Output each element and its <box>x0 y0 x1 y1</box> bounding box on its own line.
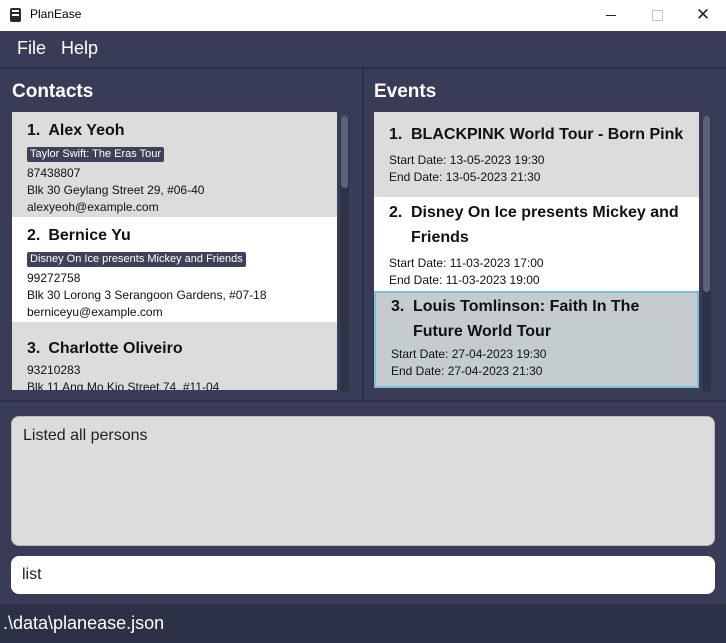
event-dates: Start Date: 27-04-2023 19:30 End Date: 2… <box>391 346 697 380</box>
event-name-row: 2. Disney On Ice presents Mickey and Frie… <box>389 200 699 250</box>
person-phone: 99272758 <box>27 271 81 285</box>
person-email: berniceyu@example.com <box>27 305 163 319</box>
contacts-scrollbar[interactable] <box>340 116 349 392</box>
maximize-button[interactable] <box>634 0 680 31</box>
person-address: Blk 30 Lorong 3 Serangoon Gardens, #07-1… <box>27 288 267 302</box>
menu-bar: File Help <box>0 31 726 67</box>
close-icon: ✕ <box>695 5 711 25</box>
event-start-date: Start Date: 13-05-2023 19:30 <box>389 153 545 167</box>
person-name-row: 3. Charlotte Oliveiro <box>27 340 337 358</box>
scrollbar-thumb[interactable] <box>703 116 710 292</box>
event-start-date: Start Date: 11-03-2023 17:00 <box>389 256 544 270</box>
event-end-date: End Date: 11-03-2023 19:00 <box>389 273 540 287</box>
person-email: alexyeoh@example.com <box>27 200 159 214</box>
minimize-icon <box>606 15 616 16</box>
notebook-icon <box>10 8 21 22</box>
person-name-row: 2. Bernice Yu <box>27 227 337 245</box>
event-index: 1. <box>389 126 403 143</box>
event-card-selected[interactable]: 3. Louis Tomlinson: Faith In The Future W… <box>374 291 699 388</box>
event-name: Louis Tomlinson: Faith In The Future Wor… <box>413 298 640 340</box>
person-address: Blk 30 Geylang Street 29, #06-40 <box>27 183 205 197</box>
scrollbar-thumb[interactable] <box>341 116 348 188</box>
person-card[interactable]: 2. Bernice Yu Disney On Ice presents Mick… <box>12 217 337 322</box>
result-text: Listed all persons <box>23 427 148 444</box>
status-bar: .\data\planease.json <box>0 604 726 643</box>
event-card[interactable]: 2. Disney On Ice presents Mickey and Frie… <box>374 197 699 291</box>
maximize-icon <box>651 10 663 21</box>
event-name-row: 3. Louis Tomlinson: Faith In The Future W… <box>391 294 697 344</box>
divider <box>0 400 726 402</box>
result-display: Listed all persons <box>11 416 715 546</box>
event-end-date: End Date: 13-05-2023 21:30 <box>389 170 541 184</box>
command-box[interactable] <box>11 556 715 594</box>
menu-file[interactable]: File <box>17 38 46 59</box>
events-list[interactable]: 1. BLACKPINK World Tour - Born Pink Start… <box>374 112 699 390</box>
event-name: Disney On Ice presents Mickey and Friend… <box>411 204 679 246</box>
event-index: 3. <box>391 298 405 315</box>
menu-help[interactable]: Help <box>61 38 98 59</box>
person-index: 2. <box>27 227 41 244</box>
app-window: PlanEase ✕ File Help Contacts Events 1. A… <box>0 0 726 643</box>
person-name: Alex Yeoh <box>48 122 125 139</box>
title-bar: PlanEase ✕ <box>0 0 726 31</box>
event-tag: Taylor Swift: The Eras Tour <box>27 147 165 162</box>
event-dates: Start Date: 13-05-2023 19:30 End Date: 1… <box>389 152 699 186</box>
person-phone: 93210283 <box>27 363 81 377</box>
person-phone: 87438807 <box>27 166 81 180</box>
event-tag: Disney On Ice presents Mickey and Friend… <box>27 252 246 267</box>
events-scrollbar[interactable] <box>702 116 711 392</box>
contacts-list[interactable]: 1. Alex Yeoh Taylor Swift: The Eras Tour … <box>12 112 337 390</box>
person-name: Bernice Yu <box>48 227 131 244</box>
event-name-row: 1. BLACKPINK World Tour - Born Pink <box>389 122 699 147</box>
person-address: Blk 11 Ang Mo Kio Street 74, #11-04 <box>27 380 220 390</box>
person-name: Charlotte Oliveiro <box>48 340 183 357</box>
person-index: 1. <box>27 122 41 139</box>
command-input[interactable] <box>22 556 702 594</box>
event-card[interactable]: 1. BLACKPINK World Tour - Born Pink Start… <box>374 112 699 197</box>
event-start-date: Start Date: 27-04-2023 19:30 <box>391 347 547 361</box>
divider <box>362 69 364 400</box>
person-card[interactable]: 1. Alex Yeoh Taylor Swift: The Eras Tour … <box>12 112 337 217</box>
event-end-date: End Date: 27-04-2023 21:30 <box>391 364 543 378</box>
person-name-row: 1. Alex Yeoh <box>27 122 337 140</box>
data-file-path: .\data\planease.json <box>3 613 165 633</box>
minimize-button[interactable] <box>588 0 634 31</box>
contacts-title: Contacts <box>12 81 94 102</box>
events-title: Events <box>374 81 437 102</box>
person-index: 3. <box>27 340 41 357</box>
event-index: 2. <box>389 204 403 221</box>
close-button[interactable]: ✕ <box>680 0 726 31</box>
event-name: BLACKPINK World Tour - Born Pink <box>411 126 684 143</box>
window-title: PlanEase <box>30 7 82 21</box>
person-card[interactable]: 3. Charlotte Oliveiro 93210283 Blk 11 Ang… <box>12 322 337 390</box>
event-dates: Start Date: 11-03-2023 17:00 End Date: 1… <box>389 255 699 289</box>
